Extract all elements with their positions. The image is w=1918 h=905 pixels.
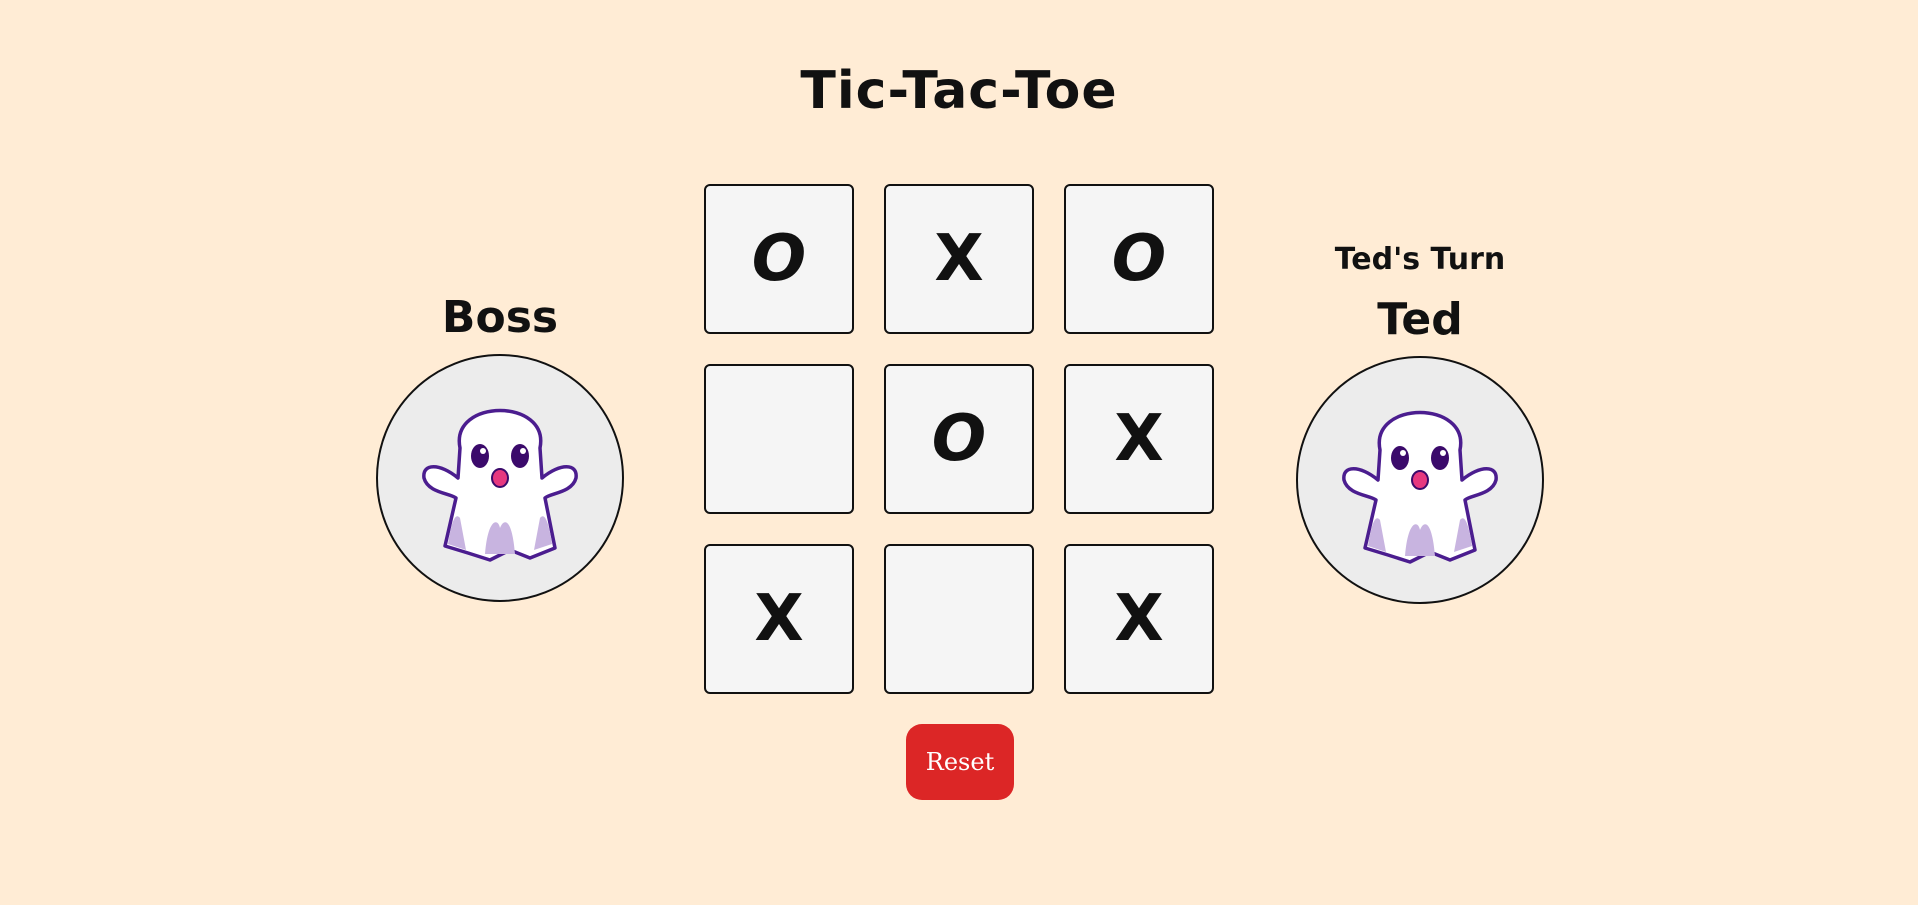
player-name: Boss: [441, 292, 559, 343]
ghost-icon: [1342, 410, 1498, 564]
player-avatar: [1296, 356, 1544, 604]
player-ted: Ted's Turn Ted: [1290, 240, 1550, 604]
game-board: O X O O X X X: [704, 184, 1216, 694]
ghost-icon: [422, 408, 578, 562]
board-cell[interactable]: X: [1064, 364, 1214, 514]
player-boss: Boss: [370, 290, 630, 602]
board-cell[interactable]: O: [704, 184, 854, 334]
board-cell[interactable]: [704, 364, 854, 514]
turn-indicator: Ted's Turn: [1334, 242, 1506, 277]
board-cell[interactable]: X: [884, 184, 1034, 334]
game-title: Tic-Tac-Toe: [800, 61, 1118, 121]
board-cell[interactable]: X: [704, 544, 854, 694]
board-cell[interactable]: O: [1064, 184, 1214, 334]
board-cell[interactable]: [884, 544, 1034, 694]
reset-button[interactable]: Reset: [906, 724, 1014, 800]
board-cell[interactable]: X: [1064, 544, 1214, 694]
board-cell[interactable]: O: [884, 364, 1034, 514]
player-name: Ted: [1377, 294, 1463, 345]
player-avatar: [376, 354, 624, 602]
